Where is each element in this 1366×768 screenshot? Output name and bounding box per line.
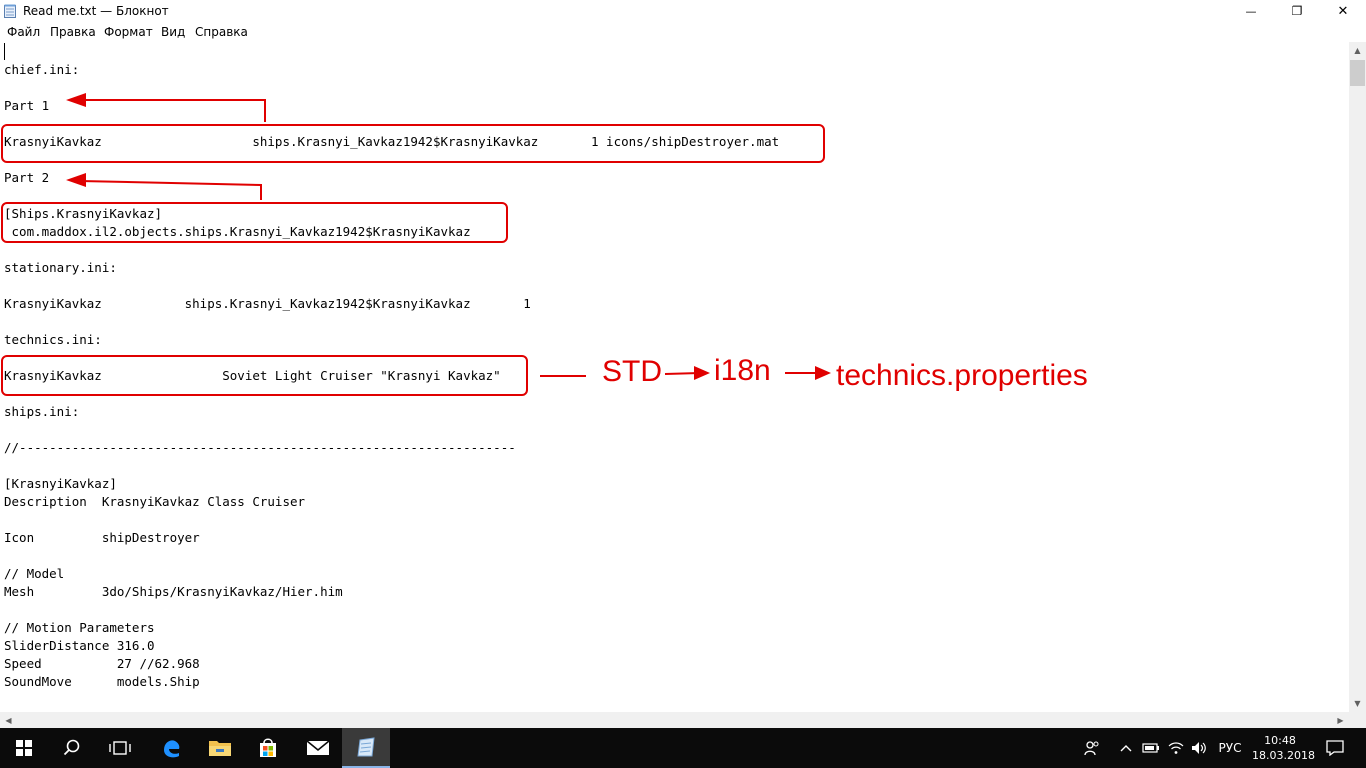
tray-language[interactable]: РУС [1214,728,1246,768]
text-line: //--------------------------------------… [4,440,516,455]
windows-icon [16,740,32,756]
text-line: Part 1 [4,98,50,113]
annotation-i18n: i18n [714,354,771,387]
text-line: SliderDistance 316.0 [4,638,155,653]
text-line: ships.ini: [4,404,80,419]
taskbar-store[interactable] [244,728,292,768]
minimize-icon: — [1245,4,1257,18]
text-caret [4,43,5,60]
text-line: technics.ini: [4,332,102,347]
highlight-box-part1 [1,124,825,163]
text-line: [KrasnyiKavkaz] [4,476,117,491]
store-icon [260,738,276,757]
notepad-icon [357,737,375,757]
tray-people[interactable] [1080,728,1104,768]
title-bar[interactable]: Read me.txt — Блокнот — ❐ ✕ [0,0,1366,22]
text-line: Icon shipDestroyer [4,530,200,545]
tray-notifications[interactable] [1320,728,1350,768]
tray-wifi[interactable] [1165,728,1187,768]
taskbar-notepad[interactable] [342,728,390,768]
scrollbar-corner [1349,712,1366,729]
text-line: stationary.ini: [4,260,117,275]
close-icon: ✕ [1337,3,1349,19]
vertical-scrollbar[interactable]: ▲ ▼ [1349,42,1366,712]
task-view-icon [109,741,131,755]
volume-icon [1192,742,1206,754]
clock-time: 10:48 [1264,734,1296,747]
search-icon [63,739,80,756]
minimize-button[interactable]: — [1228,0,1274,22]
highlight-box-part2 [1,202,508,243]
annotation-std: STD [602,355,662,388]
wifi-icon [1168,742,1184,754]
window-title: Read me.txt — Блокнот [23,4,169,18]
start-button[interactable] [0,728,48,768]
highlight-box-technics [1,355,528,396]
text-line: Part 2 [4,170,50,185]
text-line: SoundMove models.Ship [4,674,200,689]
taskbar-file-explorer[interactable] [196,728,244,768]
scroll-up-icon[interactable]: ▲ [1349,42,1366,59]
taskbar-edge[interactable] [148,728,196,768]
taskbar: РУС 10:48 18.03.2018 [0,728,1366,768]
taskbar-mail[interactable] [294,728,342,768]
horizontal-scrollbar[interactable]: ◀ ▶ [0,712,1349,729]
text-line: Description KrasnyiKavkaz Class Cruiser [4,494,306,509]
menu-help[interactable]: Справка [195,25,248,39]
people-icon [1084,741,1099,756]
chevron-up-icon [1120,745,1132,752]
task-view-button[interactable] [96,728,144,768]
text-line: Mesh 3do/Ships/KrasnyiKavkaz/Hier.him [4,584,343,599]
tray-show-hidden[interactable] [1116,728,1136,768]
tray-battery[interactable] [1140,728,1162,768]
clock-date: 18.03.2018 [1252,749,1315,762]
battery-icon [1142,743,1159,753]
annotation-technics-properties: technics.properties [836,359,1088,392]
tray-clock[interactable]: 10:48 18.03.2018 [1252,733,1315,763]
menu-format[interactable]: Формат [104,25,153,39]
folder-icon [209,741,231,756]
notepad-icon [4,4,16,18]
notification-icon [1326,740,1344,756]
menu-file[interactable]: Файл [7,25,40,39]
close-button[interactable]: ✕ [1320,0,1366,22]
text-line: Speed 27 //62.968 [4,656,200,671]
text-line: // Motion Parameters [4,620,155,635]
tray-volume[interactable] [1188,728,1210,768]
scroll-left-icon[interactable]: ◀ [0,712,17,729]
scroll-thumb[interactable] [1350,60,1365,86]
menu-view[interactable]: Вид [161,25,185,39]
text-line: // Model [4,566,65,581]
text-line: KrasnyiKavkaz ships.Krasnyi_Kavkaz1942$K… [4,296,531,311]
maximize-button[interactable]: ❐ [1274,0,1320,22]
edge-icon [164,740,180,758]
menu-edit[interactable]: Правка [50,25,96,39]
menu-bar: Файл Правка Формат Вид Справка [0,22,1366,43]
restore-icon: ❐ [1291,4,1303,18]
scroll-down-icon[interactable]: ▼ [1349,695,1366,712]
mail-icon [306,740,330,755]
search-button[interactable] [48,728,96,768]
text-line: chief.ini: [4,62,80,77]
scroll-right-icon[interactable]: ▶ [1332,712,1349,729]
